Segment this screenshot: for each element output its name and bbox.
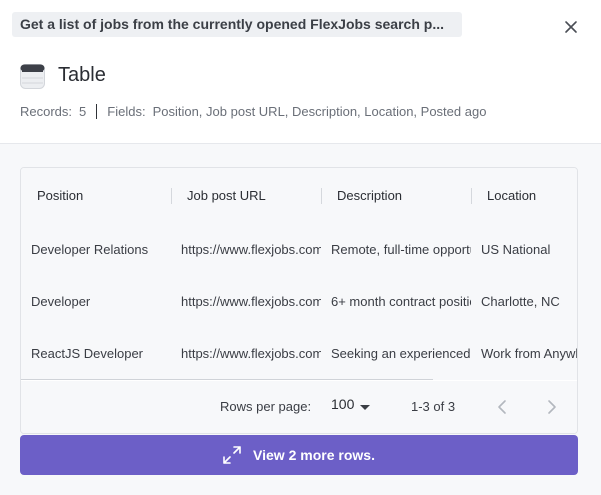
table-row: ReactJS Developer https://www.flexjobs.c…	[21, 328, 577, 380]
page-title: Table	[58, 64, 106, 86]
view-more-rows-button[interactable]: View 2 more rows.	[20, 435, 578, 475]
cell-job-post-url: https://www.flexjobs.com	[181, 346, 321, 361]
table-row: Developer Relations https://www.flexjobs…	[21, 224, 577, 277]
table-header-row: Position Job post URL Description Locati…	[21, 168, 577, 225]
column-header-position[interactable]: Position	[37, 168, 83, 224]
cell-position: Developer	[31, 294, 91, 309]
column-header-job-post-url[interactable]: Job post URL	[187, 168, 266, 224]
cell-description: 6+ month contract position	[331, 294, 471, 309]
data-table: Position Job post URL Description Locati…	[20, 167, 578, 434]
fields-value: Position, Job post URL, Description, Loc…	[152, 104, 487, 119]
rows-per-page-select[interactable]: 100	[331, 396, 354, 412]
chevron-left-icon[interactable]	[493, 397, 513, 417]
table-icon	[20, 64, 45, 89]
cell-description: Remote, full-time opportunity	[331, 242, 471, 257]
close-icon[interactable]	[562, 18, 580, 36]
column-resizer[interactable]	[471, 188, 472, 204]
pagination-range: 1-3 of 3	[411, 399, 456, 414]
table-meta: Records: 5 Fields: Position, Job post UR…	[20, 104, 486, 119]
cell-location: US National	[481, 242, 551, 257]
column-header-location[interactable]: Location	[487, 168, 536, 224]
column-resizer[interactable]	[321, 188, 322, 204]
cell-location: Work from Anywhere	[481, 346, 577, 361]
header-panel: Get a list of jobs from the currently op…	[0, 0, 601, 144]
column-header-description[interactable]: Description	[337, 168, 402, 224]
cell-job-post-url: https://www.flexjobs.com	[181, 242, 321, 257]
table-pagination: Rows per page: 100 1-3 of 3	[21, 381, 577, 433]
horizontal-scrollbar[interactable]	[21, 379, 433, 380]
column-resizer[interactable]	[171, 188, 172, 204]
cell-location: Charlotte, NC	[481, 294, 560, 309]
prompt-text: Get a list of jobs from the currently op…	[12, 12, 462, 37]
table-row: Developer https://www.flexjobs.com 6+ mo…	[21, 276, 577, 329]
fields-label: Fields:	[107, 104, 146, 119]
divider	[96, 104, 98, 119]
cell-job-post-url: https://www.flexjobs.com	[181, 294, 321, 309]
records-value: 5	[79, 104, 87, 119]
table-viewport[interactable]: Position Job post URL Description Locati…	[21, 168, 577, 380]
cell-description: Seeking an experienced	[331, 346, 471, 361]
expand-icon	[223, 446, 241, 464]
records-label: Records:	[20, 104, 73, 119]
view-more-rows-label: View 2 more rows.	[253, 447, 375, 463]
caret-down-icon[interactable]	[360, 405, 370, 410]
cell-position: Developer Relations	[31, 242, 149, 257]
cell-position: ReactJS Developer	[31, 346, 143, 361]
rows-per-page-label: Rows per page:	[220, 399, 312, 414]
chevron-right-icon[interactable]	[541, 397, 561, 417]
